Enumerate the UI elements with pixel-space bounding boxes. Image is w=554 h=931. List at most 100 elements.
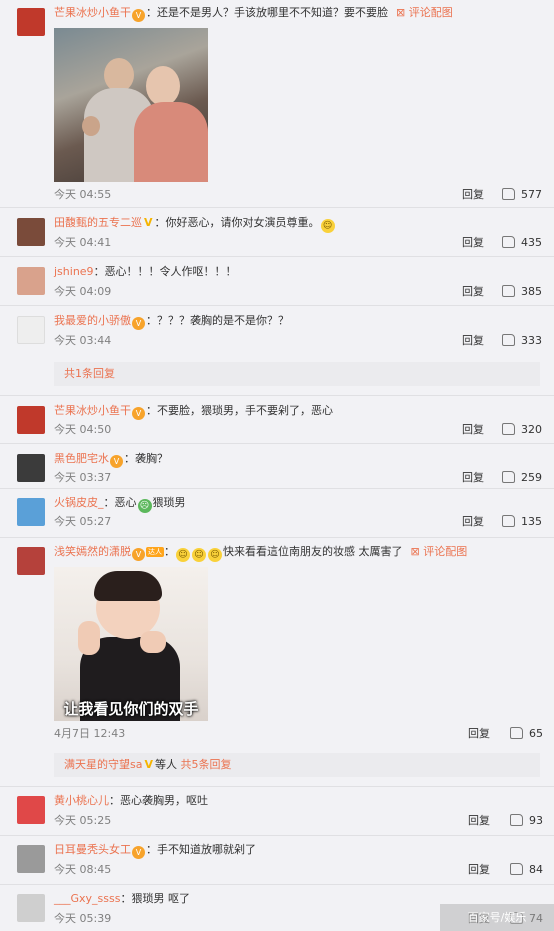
comment-line: 芒果冰炒小鱼干 V ：还是不是男人？手该放哪里不不知道？要不要脸 ⊠ 评论配图	[54, 6, 453, 22]
vip-badge-icon: V	[132, 9, 145, 22]
like-button[interactable]: 259	[502, 471, 542, 485]
avatar[interactable]	[17, 454, 45, 482]
username[interactable]: 芒果冰炒小鱼干	[54, 404, 131, 417]
avatar[interactable]	[17, 796, 45, 824]
comment-text: 还是不是男人？手该放哪里不不知道？要不要脸	[157, 6, 388, 19]
thumbs-up-icon	[510, 727, 523, 739]
username[interactable]: 黄小桃心儿	[54, 794, 109, 807]
like-count: 93	[529, 814, 543, 827]
comment-text: 猥琐男	[152, 496, 186, 509]
comment-text: 恶心袭胸男，呕吐	[120, 794, 208, 807]
timestamp: 今天 04:09	[54, 285, 112, 298]
timestamp: 今天 04:41	[54, 236, 112, 249]
laugh-emoji-icon: ☺	[208, 548, 222, 562]
thumbs-up-icon	[510, 863, 523, 875]
avatar[interactable]	[17, 845, 45, 873]
divider	[0, 207, 554, 208]
reply-button[interactable]: 回复	[462, 423, 484, 437]
like-count: 84	[529, 863, 543, 876]
avatar[interactable]	[17, 406, 45, 434]
like-count: 65	[529, 727, 543, 740]
timestamp: 今天 04:50	[54, 423, 112, 436]
username[interactable]: jshine9	[54, 265, 94, 278]
username[interactable]: 日耳曼秃头女工	[54, 843, 131, 856]
timestamp: 今天 05:27	[54, 515, 112, 528]
smile-emoji-icon: ☺	[320, 219, 335, 233]
comment-text: 手不知道放哪就剁了	[157, 843, 256, 856]
avatar[interactable]	[17, 267, 45, 295]
divider	[0, 443, 554, 444]
username[interactable]: 芒果冰炒小鱼干	[54, 6, 131, 19]
username[interactable]: 黑色肥宅水	[54, 452, 109, 465]
divider	[0, 835, 554, 836]
username[interactable]: ___Gxy_ssss	[54, 892, 120, 905]
timestamp: 今天 04:55	[54, 188, 112, 201]
like-button[interactable]: 65	[510, 727, 543, 741]
comment-image[interactable]	[54, 28, 208, 182]
avatar[interactable]	[17, 547, 45, 575]
reply-user[interactable]: 满天星的守望sa	[64, 758, 142, 771]
reply-button[interactable]: 回复	[462, 285, 484, 299]
image-caption: 让我看见你们的双手	[63, 700, 199, 718]
divider	[0, 537, 554, 538]
vip-badge-icon: V	[132, 407, 145, 420]
avatar[interactable]	[17, 218, 45, 246]
verified-v-icon: V	[144, 758, 153, 771]
avatar[interactable]	[17, 8, 45, 36]
like-count: 385	[521, 285, 542, 298]
comment-line: 日耳曼秃头女工 V ：手不知道放哪就剁了	[54, 843, 256, 859]
sub-reply-bar[interactable]: 满天星的守望sa V 等人 共5条回复	[54, 753, 540, 777]
verified-v-icon: V	[144, 216, 153, 229]
config-image-link[interactable]: ⊠ 评论配图	[396, 6, 453, 19]
timestamp: 今天 05:39	[54, 912, 112, 925]
reply-button[interactable]: 回复	[462, 334, 484, 348]
like-count: 333	[521, 334, 542, 347]
reply-button[interactable]: 回复	[468, 814, 490, 828]
thumbs-up-icon	[510, 814, 523, 826]
like-button[interactable]: 84	[510, 863, 543, 877]
comment-text: 你好恶心，请你对女演员尊重。	[165, 216, 320, 229]
like-button[interactable]: 135	[502, 515, 542, 529]
reply-button[interactable]: 回复	[468, 863, 490, 877]
like-count: 135	[521, 515, 542, 528]
avatar[interactable]	[17, 498, 45, 526]
timestamp: 今天 03:44	[54, 334, 112, 347]
avatar[interactable]	[17, 316, 45, 344]
username[interactable]: 田馥甄的五专二巡	[54, 216, 142, 229]
reply-button[interactable]: 回复	[462, 236, 484, 250]
like-button[interactable]: 577	[502, 188, 542, 202]
reply-button[interactable]: 回复	[462, 471, 484, 485]
username[interactable]: 浅笑嫣然的潇脱	[54, 545, 131, 558]
divider	[0, 395, 554, 396]
like-button[interactable]: 435	[502, 236, 542, 250]
username[interactable]: 我最爱的小骄傲	[54, 314, 131, 327]
comment-image[interactable]: 让我看见你们的双手	[54, 567, 208, 721]
view-replies-link[interactable]: 共5条回复	[181, 758, 232, 771]
config-image-link[interactable]: ⊠ 评论配图	[411, 545, 468, 558]
comment-text: 不要脸，猥琐男，手不要剁了，恶心	[157, 404, 333, 417]
comment-text: 恶心！！！令人作呕！！！	[104, 265, 237, 278]
thumbs-up-icon	[502, 334, 515, 346]
comment-line: 田馥甄的五专二巡 V ：你好恶心，请你对女演员尊重。 ☺	[54, 215, 336, 233]
like-count: 320	[521, 423, 542, 436]
like-button[interactable]: 320	[502, 423, 542, 437]
comment-text: ？？？袭胸的是不是你？？	[157, 314, 289, 327]
like-button[interactable]: 93	[510, 814, 543, 828]
username[interactable]: 火锅皮皮_	[54, 496, 104, 509]
timestamp: 今天 08:45	[54, 863, 112, 876]
like-button[interactable]: 385	[502, 285, 542, 299]
laugh-emoji-icon: ☺	[192, 548, 206, 562]
sick-emoji-icon: ☹	[137, 499, 152, 513]
reply-button[interactable]: 回复	[462, 188, 484, 202]
view-replies-link[interactable]: 共1条回复	[64, 367, 115, 380]
like-button[interactable]: 333	[502, 334, 542, 348]
like-count: 577	[521, 188, 542, 201]
reply-button[interactable]: 回复	[468, 727, 490, 741]
thumbs-up-icon	[502, 423, 515, 435]
divider	[0, 884, 554, 885]
divider	[0, 256, 554, 257]
sub-reply-bar[interactable]: 共1条回复	[54, 362, 540, 386]
reply-button[interactable]: 回复	[462, 515, 484, 529]
avatar[interactable]	[17, 894, 45, 922]
thumbs-up-icon	[502, 471, 515, 483]
